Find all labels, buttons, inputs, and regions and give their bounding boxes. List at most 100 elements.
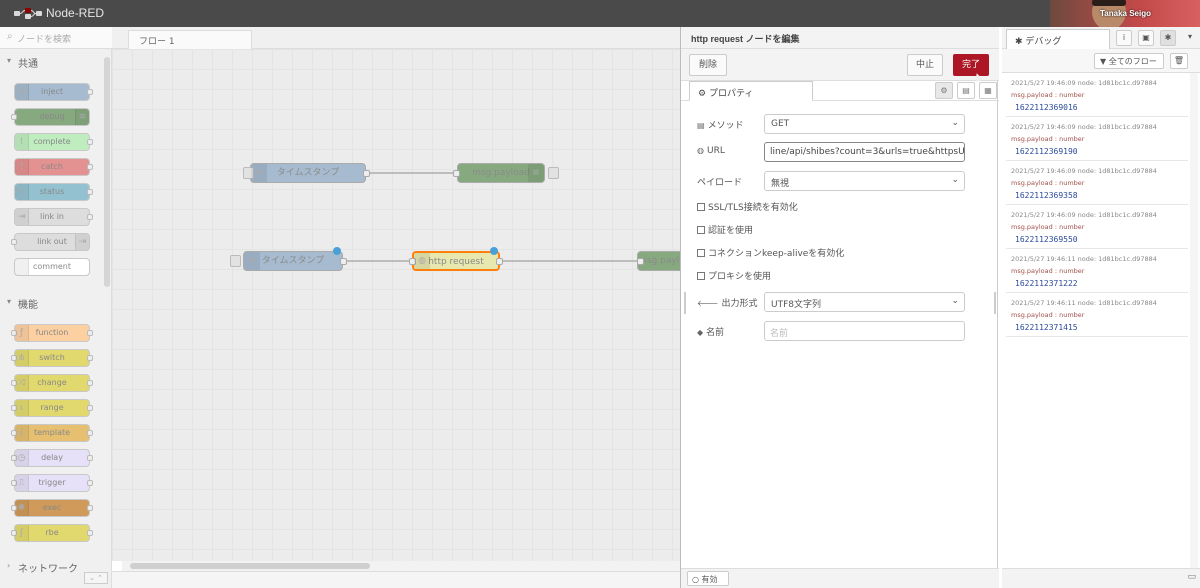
tray-resize-handle[interactable] (684, 292, 686, 314)
output-port (87, 214, 93, 220)
trash-icon[interactable]: 🗑 (1170, 53, 1188, 69)
book-icon[interactable]: ▣ (1138, 30, 1154, 46)
sidebar-footer: ▭ (1002, 568, 1200, 588)
palette-node-trigger[interactable]: ⎍ trigger (11, 474, 93, 492)
appearance-tab-icon[interactable]: ▦ (979, 82, 997, 99)
palette-scrollbar[interactable] (104, 57, 110, 287)
cancel-button[interactable]: 中止 (907, 54, 943, 76)
debug-toggle[interactable] (548, 167, 559, 179)
palette-category-function[interactable]: ▾ 機能 (0, 293, 104, 313)
tab-flow-1[interactable]: フロー 1 (128, 30, 252, 50)
chevron-right-icon: › (7, 561, 11, 570)
chevron-down-icon[interactable]: ▾ (1182, 30, 1198, 46)
output-row: 🡐 出力形式 UTF8文字列 ⌄ (697, 292, 977, 312)
auth-checkbox[interactable] (697, 226, 705, 234)
palette-node-link-out[interactable]: link out ⇥ (11, 233, 90, 251)
palette-node-link-in[interactable]: ⇥ link in (14, 208, 93, 226)
palette-node-switch[interactable]: ⋔ switch (11, 349, 93, 367)
palette-node-template[interactable]: { template (11, 424, 93, 442)
scrollbar-thumb[interactable] (130, 563, 370, 569)
flow-node-timestamp-2[interactable]: ➜ タイムスタンプ (230, 251, 347, 271)
palette-node-exec[interactable]: ✺ exec (11, 499, 93, 517)
output-port (87, 330, 93, 336)
output-port[interactable] (340, 258, 347, 265)
flow-node-http-request[interactable]: ◍ http request (409, 251, 503, 271)
globe-icon: ◍ (697, 146, 704, 155)
done-button[interactable]: 完了 (953, 54, 989, 76)
output-port (87, 405, 93, 411)
method-select[interactable]: GET ⌄ (764, 114, 965, 134)
palette-node-range[interactable]: ι range (11, 399, 93, 417)
shuffle-icon: ⤨ (15, 375, 29, 391)
description-tab-icon[interactable]: ▤ (957, 82, 975, 99)
tab-debug[interactable]: ✱ デバッグ (1006, 29, 1110, 49)
wire[interactable] (360, 172, 460, 174)
edit-tray: http request ノードを編集 削除 中止 完了 ⚙ プロパティ ⚙ ▤… (680, 27, 999, 588)
delete-button[interactable]: 削除 (689, 54, 727, 76)
link-icon: ⇥ (75, 234, 89, 250)
method-row: ▤ メソッド GET ⌄ (697, 114, 977, 134)
enabled-toggle[interactable]: ○ 有効 (687, 571, 729, 586)
output-port[interactable] (363, 170, 370, 177)
debug-message[interactable]: 2021/5/27 19:46:09 node: 1d81bc1c.d97884… (1006, 73, 1188, 117)
output-port (87, 430, 93, 436)
auth-checkbox-row[interactable]: 認証を使用 (697, 223, 977, 237)
keepalive-checkbox-row[interactable]: コネクションkeep-aliveを有効化 (697, 246, 977, 260)
palette-collapse-buttons[interactable]: ⌄ ⌃ (84, 572, 108, 584)
flow-canvas[interactable]: ➜ タイムスタンプ msg.payload ≡ ➜ タイムスタンプ ◍ http… (112, 49, 697, 561)
flow-node-timestamp-1[interactable]: ➜ タイムスタンプ (243, 163, 370, 183)
output-port[interactable] (496, 258, 503, 265)
info-icon[interactable]: i (1116, 30, 1132, 46)
palette-node-function[interactable]: ƒ function (11, 324, 93, 342)
chevron-down-icon: ▾ (7, 56, 12, 65)
tab-properties[interactable]: ⚙ プロパティ (689, 81, 813, 101)
settings-tab-icon[interactable]: ⚙ (935, 82, 953, 99)
url-input[interactable]: line/api/shibes?count=3&urls=true&httpsU… (764, 142, 965, 162)
keepalive-checkbox[interactable] (697, 249, 705, 257)
url-row: ◍ URL line/api/shibes?count=3&urls=true&h… (697, 142, 977, 162)
input-port (11, 114, 17, 120)
wire[interactable] (338, 260, 414, 262)
ssl-checkbox[interactable] (697, 203, 705, 211)
bug-icon[interactable]: ✱ (1160, 30, 1176, 46)
canvas-horizontal-scrollbar[interactable] (122, 561, 680, 571)
output-port (87, 89, 93, 95)
inject-button[interactable] (230, 255, 241, 267)
debug-message[interactable]: 2021/5/27 19:46:11 node: 1d81bc1c.d97884… (1006, 293, 1188, 337)
palette-node-debug[interactable]: debug ≡ (11, 108, 90, 126)
debug-message[interactable]: 2021/5/27 19:46:11 node: 1d81bc1c.d97884… (1006, 249, 1188, 293)
payload-select[interactable]: 無視 ⌄ (764, 171, 965, 191)
debug-scrollbar[interactable] (1190, 73, 1198, 573)
palette-node-delay[interactable]: ◷ delay (11, 449, 93, 467)
input-port[interactable] (638, 258, 644, 265)
arrow-left-icon: 🡐 (697, 299, 719, 308)
debug-message[interactable]: 2021/5/27 19:46:09 node: 1d81bc1c.d97884… (1006, 161, 1188, 205)
palette-search-input[interactable]: ノードを検索 (17, 32, 71, 45)
palette-node-change[interactable]: ⤨ change (11, 374, 93, 392)
palette-node-inject[interactable]: ➜ inject (14, 83, 93, 101)
palette-node-comment[interactable]: comment (14, 258, 90, 276)
debug-message[interactable]: 2021/5/27 19:46:09 node: 1d81bc1c.d97884… (1006, 117, 1188, 161)
output-select[interactable]: UTF8文字列 ⌄ (764, 292, 965, 312)
filter-button[interactable]: ▼ 全てのフロー (1094, 53, 1164, 69)
proxy-checkbox[interactable] (697, 272, 705, 280)
range-icon: ι (15, 400, 29, 416)
proxy-checkbox-row[interactable]: プロキシを使用 (697, 269, 977, 283)
workspace-tabs: フロー 1 (112, 27, 680, 50)
monitor-icon[interactable]: ▭ (1187, 572, 1196, 582)
flow-node-debug-1[interactable]: msg.payload ≡ (453, 163, 559, 183)
ssl-checkbox-row[interactable]: SSL/TLS接続を有効化 (697, 200, 977, 214)
debug-message[interactable]: 2021/5/27 19:46:09 node: 1d81bc1c.d97884… (1006, 205, 1188, 249)
input-port[interactable] (453, 170, 460, 177)
palette-node-complete[interactable]: ! complete (14, 133, 93, 151)
chevron-down-icon: ⌄ (951, 175, 959, 185)
node-red-logo (14, 8, 42, 19)
name-input[interactable]: 名前 (764, 321, 965, 341)
palette-search[interactable]: ⌕ ノードを検索 (0, 27, 112, 49)
palette-node-status[interactable]: ∿ status (14, 183, 93, 201)
sidebar-resize-handle[interactable] (994, 292, 996, 314)
palette-category-common[interactable]: ▾ 共通 (0, 52, 104, 72)
palette-node-catch[interactable]: ! catch (14, 158, 93, 176)
wire[interactable] (499, 260, 643, 262)
palette-node-rbe[interactable]: ʃ rbe (11, 524, 93, 542)
